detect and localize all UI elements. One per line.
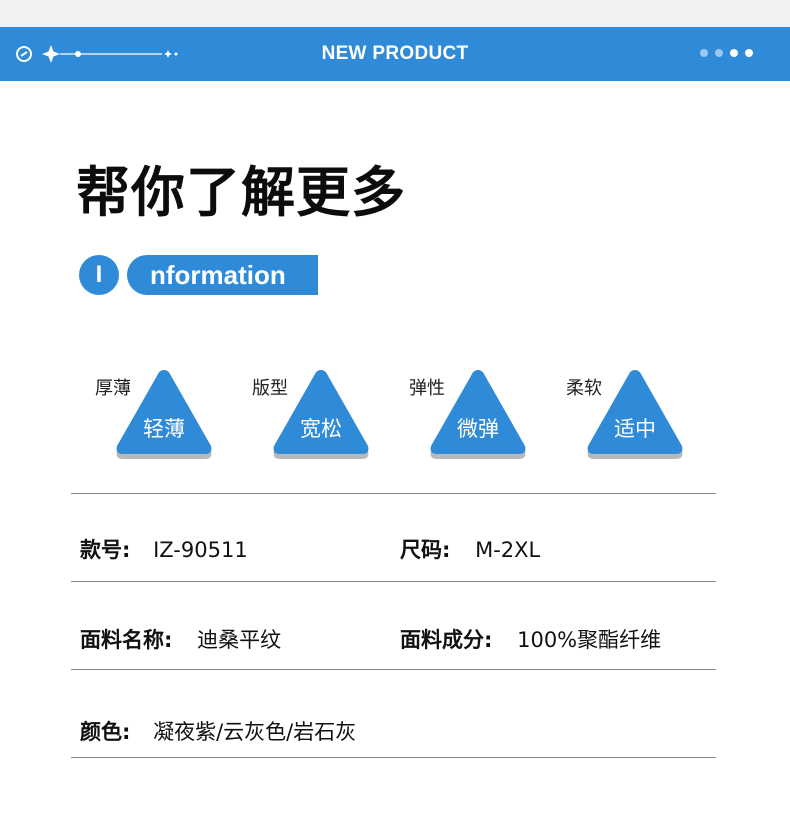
attribute-fit: 版型 宽松 [252, 368, 402, 463]
attribute-value: 轻薄 [143, 417, 185, 441]
spec-label: 面料成分: [400, 628, 493, 652]
divider [71, 581, 716, 582]
spec-fabric-name: 面料名称: 迪桑平纹 [80, 625, 281, 655]
divider [71, 493, 716, 494]
attribute-value: 适中 [614, 417, 656, 441]
dot [715, 49, 723, 57]
dot [745, 49, 753, 57]
attribute-value: 微弹 [457, 417, 499, 441]
attribute-label: 弹性 [409, 378, 445, 399]
attribute-label: 版型 [252, 378, 288, 399]
info-word-badge: nformation [127, 255, 318, 295]
spec-style-no: 款号: IZ-90511 [80, 535, 248, 565]
header-bar: NEW PRODUCT [0, 27, 790, 81]
dot [700, 49, 708, 57]
spec-value: 迪桑平纹 [197, 628, 282, 652]
header-title: NEW PRODUCT [321, 43, 469, 64]
info-letter-badge: I [79, 255, 119, 295]
spec-label: 款号: [80, 538, 131, 562]
spec-fabric-composition: 面料成分: 100%聚酯纤维 [400, 625, 661, 655]
attribute-label: 厚薄 [95, 378, 131, 399]
attribute-value: 宽松 [300, 417, 342, 441]
spec-value: IZ-90511 [153, 538, 248, 562]
spec-label: 颜色: [80, 720, 131, 744]
attribute-label: 柔软 [566, 378, 602, 399]
spec-label: 面料名称: [80, 628, 173, 652]
divider [71, 669, 716, 670]
spec-value: 凝夜紫/云灰色/岩石灰 [153, 720, 357, 744]
spec-label: 尺码: [400, 538, 451, 562]
top-strip [0, 0, 790, 27]
page-title: 帮你了解更多 [76, 161, 406, 224]
divider [71, 757, 716, 758]
attribute-thickness: 厚薄 轻薄 [95, 368, 245, 463]
spec-value: M-2XL [475, 538, 541, 562]
spec-value: 100%聚酯纤维 [517, 628, 662, 652]
spec-size: 尺码: M-2XL [400, 535, 540, 565]
attribute-softness: 柔软 适中 [566, 368, 716, 463]
attribute-elasticity: 弹性 微弹 [409, 368, 559, 463]
spec-color: 颜色: 凝夜紫/云灰色/岩石灰 [80, 717, 356, 747]
dot [730, 49, 738, 57]
carousel-dots-icon [700, 49, 753, 57]
